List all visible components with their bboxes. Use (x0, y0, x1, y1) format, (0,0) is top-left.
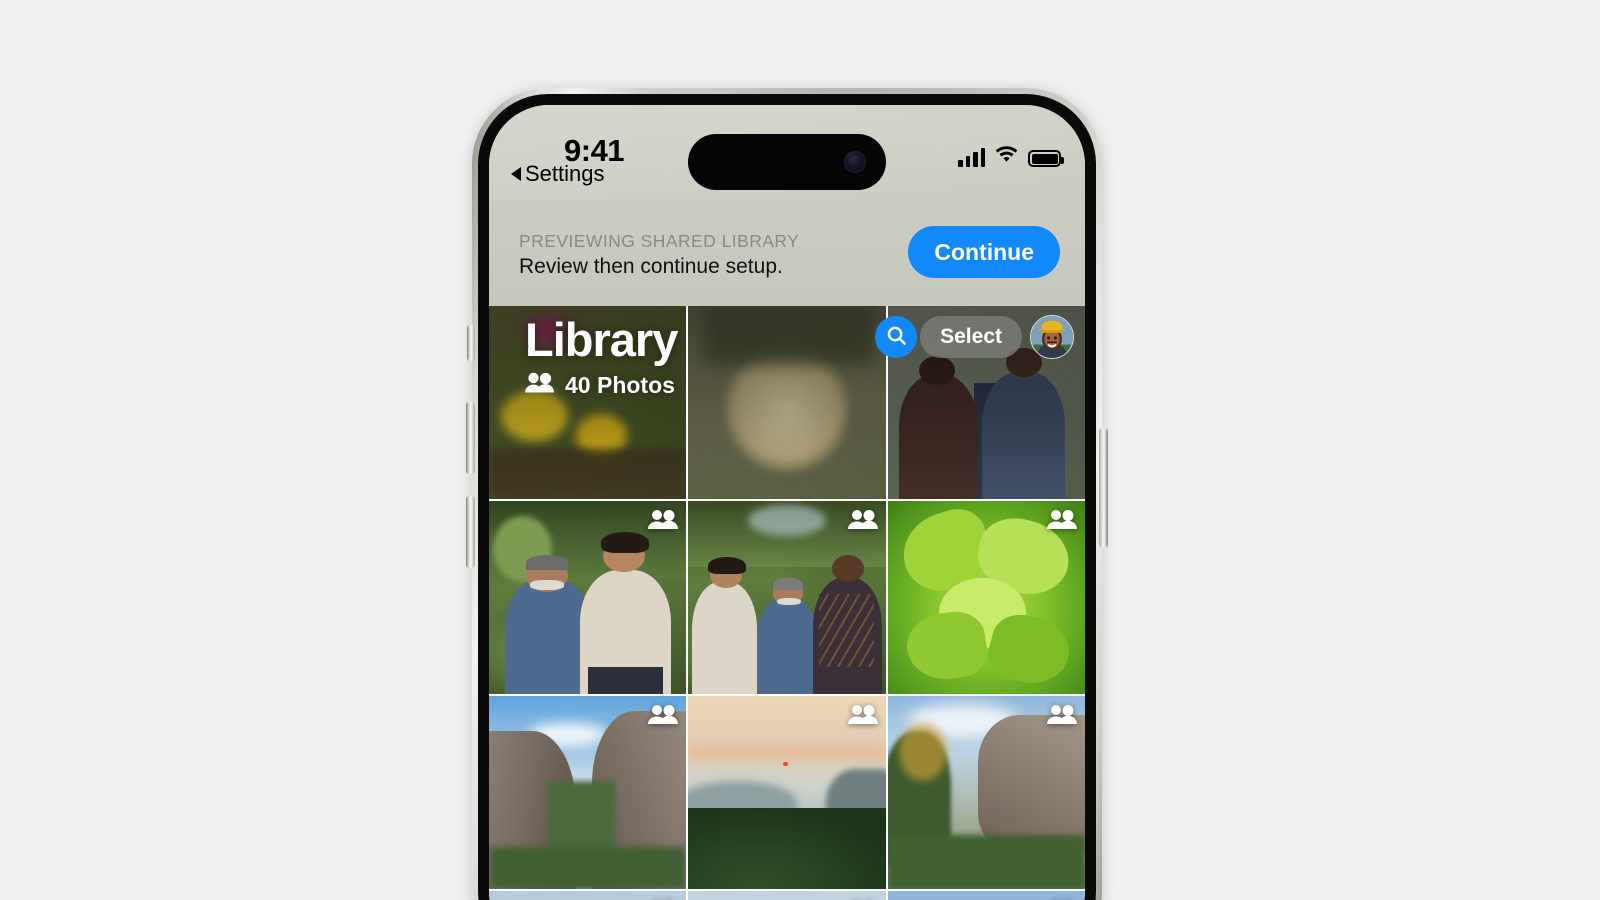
volume-down-button[interactable] (466, 496, 475, 568)
people-badge-icon (1046, 509, 1077, 535)
volume-up-button[interactable] (466, 402, 475, 474)
status-indicators (958, 143, 1064, 167)
cellular-bars-icon (958, 148, 985, 167)
people-badge-icon (847, 509, 878, 535)
photo-count-label: 40 Photos (565, 372, 675, 398)
people-badge-icon (1046, 704, 1077, 730)
continue-button[interactable]: Continue (908, 226, 1060, 278)
photo-count-row: 40 Photos (525, 372, 675, 399)
people-badge-icon (847, 704, 878, 730)
banner-subtitle: Review then continue setup. (519, 255, 783, 278)
search-icon (885, 324, 908, 350)
power-button[interactable] (1099, 428, 1108, 548)
photo-cell[interactable] (688, 306, 886, 499)
wifi-icon (994, 143, 1019, 167)
people-icon (525, 372, 554, 399)
people-badge-icon (648, 704, 679, 730)
photo-cell[interactable] (887, 501, 1085, 694)
mute-switch-button[interactable] (467, 325, 475, 361)
photo-thumbnail (688, 306, 886, 499)
photo-cell[interactable] (887, 891, 1085, 900)
people-badge-icon (648, 509, 679, 535)
phone-screen: Library 40 Photos Select PREVIEWING SHAR… (489, 105, 1085, 900)
preview-banner: PREVIEWING SHARED LIBRARY Review then co… (489, 201, 1085, 306)
battery-full-icon (1028, 150, 1064, 167)
banner-text-group: PREVIEWING SHARED LIBRARY Review then co… (519, 231, 799, 279)
front-camera-icon (844, 151, 866, 173)
back-to-settings-link[interactable]: Settings (511, 161, 605, 187)
select-button[interactable]: Select (920, 316, 1022, 358)
photo-cell[interactable] (688, 696, 886, 889)
banner-label: PREVIEWING SHARED LIBRARY (519, 231, 800, 251)
photo-cell[interactable] (688, 501, 886, 694)
photo-cell[interactable] (489, 501, 687, 694)
triangle-left-icon (511, 167, 521, 181)
avatar[interactable] (1030, 315, 1074, 359)
page-title: Library (525, 313, 678, 366)
search-button[interactable] (875, 316, 917, 358)
photo-cell[interactable] (489, 891, 687, 900)
photo-cell[interactable] (489, 696, 687, 889)
photo-cell[interactable] (688, 891, 886, 900)
photo-cell[interactable] (887, 696, 1085, 889)
dynamic-island (688, 134, 886, 190)
back-label: Settings (525, 161, 605, 186)
screenshot-root: Library 40 Photos Select PREVIEWING SHAR… (0, 0, 1600, 900)
